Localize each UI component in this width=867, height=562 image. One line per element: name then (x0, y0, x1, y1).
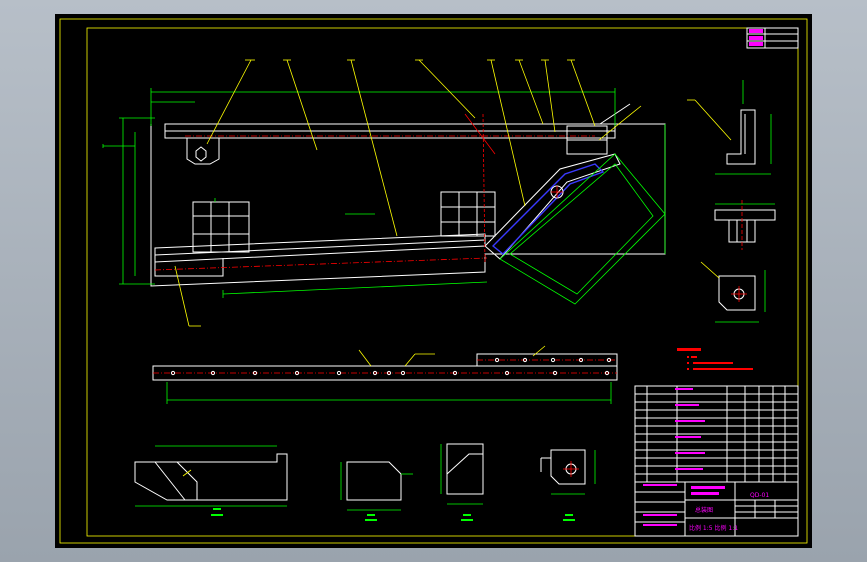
revision-box (746, 27, 799, 49)
angled-arm (484, 153, 666, 305)
mount-lug (186, 137, 220, 165)
technical-notes (677, 348, 753, 370)
drawing-sheet[interactable]: QD-01 总装图 比例 1:5 比例 1:1 (55, 14, 812, 548)
part-leaders (174, 59, 642, 327)
side-plate-outline (150, 123, 666, 287)
right-clamp-block (440, 191, 496, 237)
detail-plate-view (700, 261, 766, 323)
detail-bracket-view (687, 80, 772, 175)
scale-row: 比例 1:5 比例 1:1 (689, 524, 738, 532)
outer-frame (59, 18, 808, 544)
part-detail-4 (540, 449, 596, 495)
part-detail-3 (440, 443, 484, 505)
drawing-name: 总装图 (695, 506, 713, 514)
part-detail-2 (340, 461, 413, 511)
cad-drawing: QD-01 总装图 比例 1:5 比例 1:1 (59, 18, 808, 544)
main-view (102, 59, 666, 327)
drawing-number: QD-01 (750, 492, 769, 499)
bar-view (152, 345, 618, 404)
part-detail-1 (134, 445, 288, 507)
detail-section-view (714, 200, 776, 250)
title-block: QD-01 总装图 比例 1:5 比例 1:1 (634, 481, 799, 537)
cad-viewport[interactable]: QD-01 总装图 比例 1:5 比例 1:1 (0, 0, 867, 562)
parts-list (634, 385, 799, 483)
inner-frame (86, 27, 799, 537)
